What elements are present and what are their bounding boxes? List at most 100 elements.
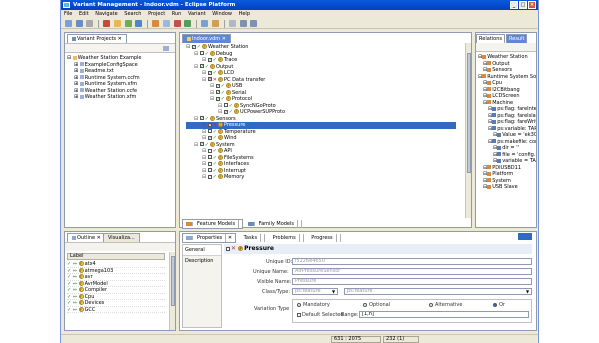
side-tab-description[interactable]: Description <box>183 256 221 266</box>
tab-indoor-vdm[interactable]: Indoor.vdm ✕ <box>182 34 231 43</box>
config-icon[interactable] <box>184 20 192 27</box>
scroll-thumb[interactable] <box>467 53 471 173</box>
collapse-all-icon[interactable] <box>163 46 169 51</box>
class-type-label: Class/Type: <box>262 289 291 295</box>
feature-title: Pressure <box>244 245 274 252</box>
menu-navigate[interactable]: Navigate <box>95 11 117 17</box>
class-dropdown-chevron-icon[interactable]: ▼ <box>332 289 335 294</box>
save-icon[interactable] <box>75 20 83 27</box>
view-menu-icon[interactable] <box>518 233 532 240</box>
selection-checkbox[interactable] <box>207 148 212 153</box>
result-tree-item[interactable]: ⊟ USB Slave <box>478 184 536 191</box>
type-dropdown-chevron-icon[interactable]: ▼ <box>526 289 529 294</box>
selection-state-box[interactable] <box>226 246 230 251</box>
selection-checkbox[interactable]: ✓ <box>207 135 212 140</box>
project-item-label: Runtime System.ccfm <box>84 74 140 81</box>
selection-checkbox[interactable] <box>207 168 212 172</box>
selection-checkbox[interactable]: ✓ <box>199 142 204 146</box>
radio-optional[interactable]: Optional <box>363 302 390 308</box>
properties-icon <box>186 235 193 240</box>
tab-problems[interactable]: Problems <box>267 234 304 242</box>
feature-tree-item[interactable]: ⊟ ✓ F Memory <box>186 174 456 181</box>
type-select[interactable]: ps:feature <box>344 288 532 295</box>
menu-run[interactable]: Run <box>172 11 182 17</box>
scroll-thumb[interactable] <box>171 256 175 306</box>
new-icon[interactable] <box>65 20 72 27</box>
feature-label: Interrupt <box>223 167 246 174</box>
menu-help[interactable]: Help <box>239 11 250 17</box>
selection-checkbox[interactable]: ✓ <box>199 64 204 68</box>
radio-mandatory[interactable]: Mandatory <box>297 302 330 308</box>
file-icon <box>79 88 84 92</box>
range-field[interactable]: [1,n] <box>359 311 529 318</box>
selection-checkbox[interactable] <box>207 155 212 159</box>
unique-name-field[interactable]: AirPressureSensor <box>292 268 532 275</box>
evaluate-icon[interactable] <box>173 20 181 27</box>
close-button[interactable]: × <box>528 1 536 9</box>
selection-checkbox[interactable]: ✕ <box>207 77 212 81</box>
tab-result[interactable]: Result <box>506 34 528 43</box>
feature-label: LCD <box>223 70 235 76</box>
tab-progress[interactable]: Progress <box>305 234 341 242</box>
feature-icon: F <box>225 83 231 88</box>
outline-item-label: avr <box>84 274 93 280</box>
selection-checkbox[interactable]: ✓ <box>207 57 212 62</box>
paste-icon[interactable] <box>135 20 143 27</box>
search-icon[interactable] <box>229 20 237 27</box>
selection-checkbox[interactable]: ✓ <box>223 109 228 114</box>
run-icon[interactable] <box>201 20 209 27</box>
visible-name-field[interactable]: Pressure <box>292 278 532 285</box>
navigate-forward-icon[interactable] <box>250 20 258 27</box>
selection-checkbox[interactable]: ✕ <box>207 122 212 127</box>
tab-outline[interactable]: Outline ✕ <box>67 233 106 242</box>
outline-list-item[interactable]: ✓ ⇔ F GCC <box>67 306 165 313</box>
selection-checkbox[interactable]: ✓ <box>199 116 204 120</box>
selection-checkbox[interactable]: ✓ <box>215 83 220 88</box>
menu-project[interactable]: Project <box>148 11 165 17</box>
menu-variant[interactable]: Variant <box>188 11 206 17</box>
selection-checkbox[interactable]: ✓ <box>215 90 220 94</box>
outline-vertical-scrollbar[interactable] <box>169 252 175 330</box>
menu-file[interactable]: File <box>64 11 72 17</box>
model-icon[interactable] <box>162 20 170 27</box>
tab-visualization[interactable]: Visualiza... <box>103 233 140 242</box>
menu-edit[interactable]: Edit <box>79 11 89 17</box>
feature-check-icon: ✓ <box>204 63 209 70</box>
selection-checkbox[interactable]: ✓ <box>191 44 196 49</box>
editor-vertical-scrollbar[interactable] <box>465 43 471 218</box>
outline-column-header[interactable]: Label <box>67 253 165 260</box>
tab-variant-projects[interactable]: Variant Projects ✕ <box>67 34 127 43</box>
delete-icon[interactable] <box>103 20 111 27</box>
radio-or[interactable]: Or <box>493 302 505 308</box>
unique-id-field[interactable]: i5226e4650 <box>292 258 532 265</box>
selection-checkbox[interactable] <box>207 129 212 133</box>
tab-tasks[interactable]: Tasks <box>238 234 266 242</box>
default-selected-checkbox[interactable]: Default Selected <box>297 312 344 318</box>
selection-checkbox[interactable] <box>207 161 212 166</box>
element-icon <box>497 132 502 137</box>
side-tab-general[interactable]: General <box>183 245 221 256</box>
debug-icon[interactable] <box>211 20 219 27</box>
print-icon[interactable] <box>86 20 94 27</box>
selection-checkbox[interactable] <box>207 174 212 179</box>
minimize-button[interactable]: _ <box>510 1 518 9</box>
feature-icon: F <box>217 174 223 179</box>
maximize-button[interactable]: □ <box>519 1 527 9</box>
radio-or-icon <box>493 302 497 307</box>
tab-family-models[interactable]: Family Models <box>245 220 302 228</box>
tab-properties[interactable]: Properties ✕ <box>182 233 237 243</box>
menu-window[interactable]: Window <box>212 11 232 17</box>
selection-checkbox[interactable]: ✓ <box>215 96 220 101</box>
copy-icon[interactable] <box>124 20 132 27</box>
project-tree-item[interactable]: ⊞ Weather Station.xfm <box>67 94 171 101</box>
feature-icon[interactable] <box>152 20 160 27</box>
tab-relations[interactable]: Relations <box>476 34 505 43</box>
menu-search[interactable]: Search <box>124 11 141 17</box>
selection-checkbox[interactable] <box>199 51 204 55</box>
radio-alternative[interactable]: Alternative <box>429 302 462 308</box>
cut-icon[interactable] <box>113 20 121 27</box>
selection-checkbox[interactable]: ✓ <box>207 70 212 75</box>
navigate-back-icon[interactable] <box>239 20 247 27</box>
selection-checkbox[interactable] <box>223 103 228 107</box>
tab-feature-models[interactable]: Feature Models <box>182 219 244 229</box>
